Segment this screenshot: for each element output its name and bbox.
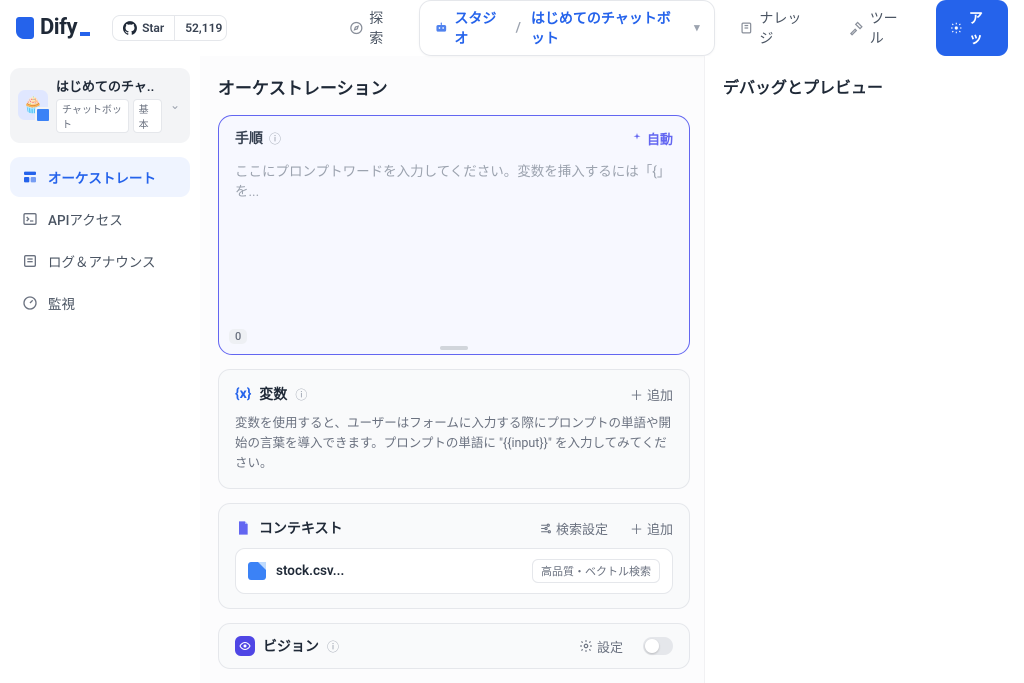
- vision-label: ビジョン: [263, 636, 319, 656]
- compass-icon: [349, 20, 364, 36]
- logo-cursor-icon: [80, 32, 90, 36]
- nav-knowledge-label: ナレッジ: [759, 8, 811, 48]
- chevron-down-icon[interactable]: ⌄: [170, 98, 180, 112]
- vision-settings-button[interactable]: 設定: [579, 637, 623, 656]
- publish-label: アッ: [969, 8, 994, 48]
- preview-title: デバッグとプレビュー: [723, 74, 1024, 98]
- nav-tools[interactable]: ツール: [835, 0, 922, 56]
- nav-explore[interactable]: 探索: [335, 0, 409, 56]
- github-star[interactable]: Star 52,119: [112, 15, 227, 41]
- gear-icon: [579, 639, 593, 653]
- nav-tools-label: ツール: [870, 8, 909, 48]
- github-star-count: 52,119: [174, 16, 226, 40]
- prompt-card: 手順 ⓘ 自動 0: [218, 115, 690, 355]
- logo-mark-icon: [16, 17, 34, 39]
- publish-button[interactable]: アッ: [936, 0, 1008, 56]
- app-icon: 🧁: [18, 90, 48, 120]
- page-title: オーケストレーション: [218, 74, 690, 99]
- nav-studio[interactable]: スタジオ / はじめてのチャットボット ▾: [419, 0, 715, 56]
- app-title: はじめてのチャ..: [56, 76, 162, 95]
- top-nav: 探索 スタジオ / はじめてのチャットボット ▾ ナレッジ ツール: [335, 0, 923, 56]
- file-icon: [248, 562, 266, 580]
- prompt-label: 手順: [235, 128, 263, 148]
- search-settings-button[interactable]: 検索設定: [539, 519, 608, 538]
- book-icon: [739, 20, 754, 36]
- sidebar-item-api[interactable]: APIアクセス: [10, 199, 190, 239]
- plus-icon: ＋: [630, 519, 643, 538]
- sidebar-item-label: ログ＆アナウンス: [48, 251, 155, 271]
- context-file-name: stock.csv...: [276, 563, 522, 579]
- auto-label: 自動: [647, 129, 673, 148]
- context-label: コンテキスト: [259, 518, 343, 538]
- context-item[interactable]: stock.csv... 高品質・ベクトル検索: [235, 548, 673, 594]
- github-star-button[interactable]: Star: [113, 16, 174, 40]
- nav-explore-label: 探索: [369, 8, 395, 48]
- sidebar-item-label: APIアクセス: [48, 209, 123, 229]
- sparkle-icon: [631, 132, 643, 144]
- logo[interactable]: Dify: [16, 15, 90, 40]
- top-bar: Dify Star 52,119 探索 スタジオ / はじめてのチャットボット …: [0, 0, 1024, 56]
- context-badge: 高品質・ベクトル検索: [532, 559, 660, 583]
- char-counter: 0: [229, 329, 247, 344]
- sidebar-item-monitor[interactable]: 監視: [10, 283, 190, 323]
- sidebar-item-orchestrate[interactable]: オーケストレート: [10, 157, 190, 197]
- prompt-input[interactable]: [219, 156, 689, 323]
- app-tag: チャットボット: [56, 99, 129, 133]
- sidebar-item-label: オーケストレート: [48, 167, 156, 187]
- document-icon: [235, 520, 251, 536]
- preview-panel: デバッグとプレビュー: [704, 56, 1024, 683]
- sliders-icon: [539, 522, 552, 535]
- terminal-icon: [22, 211, 38, 227]
- context-card: コンテキスト 検索設定 ＋ 追加 stock.csv... 高品質・ベクトル検索: [218, 503, 690, 609]
- search-settings-label: 検索設定: [556, 519, 608, 538]
- app-tag: 基本: [133, 99, 162, 133]
- app-selector[interactable]: 🧁 はじめてのチャ.. チャットボット 基本 ⌄: [10, 68, 190, 143]
- add-label: 追加: [647, 385, 673, 404]
- vision-card: ビジョン ⓘ 設定: [218, 623, 690, 669]
- settings-label: 設定: [597, 637, 623, 656]
- sidebar-item-logs[interactable]: ログ＆アナウンス: [10, 241, 190, 281]
- auto-generate-button[interactable]: 自動: [631, 129, 673, 148]
- github-star-label: Star: [142, 21, 164, 35]
- orchestration-panel: オーケストレーション gpt-4o-mini CHAT 手順 ⓘ 自動 0: [200, 56, 704, 683]
- sidebar-item-label: 監視: [48, 293, 75, 313]
- hammer-icon: [849, 20, 864, 36]
- gear-icon: [950, 21, 963, 35]
- help-icon[interactable]: ⓘ: [327, 638, 339, 655]
- nav-studio-label: スタジオ: [455, 8, 506, 48]
- gauge-icon: [22, 295, 38, 311]
- breadcrumb-separator: /: [516, 20, 521, 36]
- brand-name: Dify: [40, 15, 77, 40]
- plus-icon: ＋: [630, 385, 643, 404]
- help-icon[interactable]: ⓘ: [269, 130, 281, 147]
- nav-knowledge[interactable]: ナレッジ: [725, 0, 825, 56]
- add-context-button[interactable]: ＋ 追加: [630, 519, 673, 538]
- add-label: 追加: [647, 519, 673, 538]
- robot-icon: [434, 20, 449, 36]
- variables-description: 変数を使用すると、ユーザーはフォームに入力する際にプロンプトの単語や開始の言葉を…: [235, 414, 673, 474]
- vision-toggle[interactable]: [643, 637, 673, 655]
- chevron-down-icon[interactable]: ▾: [694, 21, 700, 34]
- list-icon: [22, 253, 38, 269]
- add-variable-button[interactable]: ＋ 追加: [630, 385, 673, 404]
- variables-card: {x} 変数 ⓘ ＋ 追加 変数を使用すると、ユーザーはフォームに入力する際にプ…: [218, 369, 690, 489]
- variables-label: 変数: [259, 384, 287, 404]
- github-icon: [123, 21, 137, 35]
- braces-icon: {x}: [235, 386, 251, 402]
- help-icon[interactable]: ⓘ: [295, 386, 307, 403]
- eye-icon: [235, 636, 255, 656]
- nav-studio-app: はじめてのチャットボット: [531, 8, 684, 48]
- main: 🧁 はじめてのチャ.. チャットボット 基本 ⌄ オーケストレート APIアクセ…: [0, 56, 1024, 683]
- resize-handle[interactable]: [440, 346, 468, 350]
- layout-icon: [22, 169, 38, 185]
- sidebar: 🧁 はじめてのチャ.. チャットボット 基本 ⌄ オーケストレート APIアクセ…: [0, 56, 200, 683]
